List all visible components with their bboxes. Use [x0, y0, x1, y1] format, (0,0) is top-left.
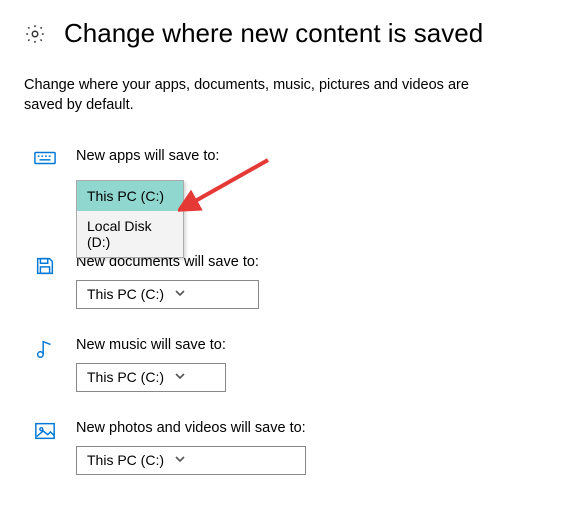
image-icon — [34, 421, 56, 443]
music-label: New music will save to: — [76, 337, 226, 353]
documents-combo[interactable]: This PC (C:) — [76, 280, 259, 309]
dropdown-option-1[interactable]: Local Disk (D:) — [77, 211, 183, 257]
music-note-icon — [34, 338, 56, 360]
title-row: Change where new content is saved — [24, 18, 548, 49]
photos-label: New photos and videos will save to: — [76, 420, 306, 436]
photos-combo[interactable]: This PC (C:) — [76, 446, 306, 475]
section-photos: New photos and videos will save to: This… — [24, 420, 548, 475]
apps-label: New apps will save to: — [76, 148, 219, 164]
keyboard-icon — [34, 149, 56, 171]
section-documents: New documents will save to: This PC (C:) — [24, 254, 548, 309]
gear-icon — [24, 23, 46, 45]
chevron-down-icon — [174, 369, 186, 385]
page-subtitle: Change where your apps, documents, music… — [24, 75, 494, 116]
section-apps: New apps will save to: — [24, 148, 548, 174]
chevron-down-icon — [174, 452, 186, 468]
page-title: Change where new content is saved — [64, 18, 483, 49]
section-music: New music will save to: This PC (C:) — [24, 337, 548, 392]
music-combo[interactable]: This PC (C:) — [76, 363, 226, 392]
apps-dropdown[interactable]: This PC (C:) Local Disk (D:) — [76, 180, 184, 258]
chevron-down-icon — [174, 286, 186, 302]
dropdown-option-0[interactable]: This PC (C:) — [77, 181, 183, 211]
photos-value: This PC (C:) — [87, 452, 164, 468]
music-value: This PC (C:) — [87, 369, 164, 385]
documents-value: This PC (C:) — [87, 286, 164, 302]
save-icon — [34, 255, 56, 277]
